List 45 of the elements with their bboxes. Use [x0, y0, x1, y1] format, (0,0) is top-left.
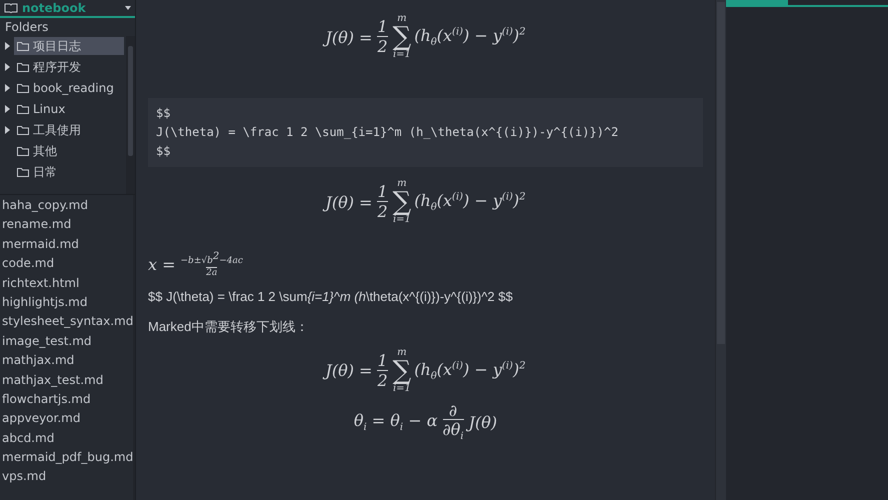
expand-arrow-icon[interactable] [5, 84, 10, 92]
summation-sign: ∑ [392, 189, 412, 215]
folder-icon [17, 104, 29, 114]
expand-arrow-icon[interactable] [5, 126, 10, 134]
folder-item[interactable]: 其他 [14, 142, 124, 160]
file-item[interactable]: highlightjs.md [0, 292, 134, 312]
file-item[interactable]: image_test.md [0, 332, 134, 352]
paragraph: Marked中需要转移下划线： [148, 318, 310, 336]
folder-icon [17, 126, 29, 134]
expand-arrow-icon[interactable] [5, 63, 10, 71]
file-item[interactable]: appveyor.md [0, 409, 134, 429]
file-item[interactable]: mathjax_test.md [0, 370, 134, 390]
folder-item[interactable]: 项目日志 [14, 37, 124, 55]
folder-item[interactable]: 工具使用 [14, 121, 124, 139]
file-item[interactable]: mermaid.md [0, 234, 134, 254]
folder-icon [17, 146, 29, 156]
file-item[interactable]: vps.md [0, 467, 134, 487]
summation-sign: ∑ [392, 24, 412, 50]
dropdown-caret-icon[interactable] [125, 6, 131, 10]
scrollbar[interactable] [715, 0, 726, 500]
file-item[interactable]: mermaid_pdf_bug.md [0, 448, 134, 468]
folder-item[interactable]: 程序开发 [14, 58, 124, 76]
code-block: $$ J(\theta) = \frac 1 2 \sum_{i=1}^m (h_\theta(x^{(i)})-y^{(i)})^2 $$ [148, 98, 703, 167]
folder-item[interactable]: book_reading [14, 79, 124, 97]
paragraph: $$ J(\theta) = \frac 1 2 \sum{i=1}^m (h\theta(x^{(i)})-y^{(i)})^2 $$ [148, 288, 514, 304]
file-item[interactable]: abcd.md [0, 428, 134, 448]
file-item[interactable]: richtext.html [0, 274, 134, 293]
folder-icon [17, 84, 29, 92]
folders-label: Folders [4, 19, 50, 36]
file-item[interactable]: flowchartjs.md [0, 390, 134, 410]
folder-icon [17, 62, 29, 72]
folder-icon [17, 168, 29, 176]
summation-sign: ∑ [392, 358, 412, 384]
file-item[interactable]: rename.md [0, 215, 134, 235]
file-item[interactable]: stylesheet_syntax.md [0, 312, 134, 332]
expand-arrow-icon[interactable] [5, 105, 10, 113]
file-item[interactable]: code.md [0, 254, 134, 274]
file-item[interactable]: haha_copy.md [0, 196, 134, 216]
file-item[interactable]: mathjax.md [0, 351, 134, 371]
folder-icon [17, 42, 29, 50]
book-icon [4, 3, 18, 13]
notebook-name[interactable]: notebook [22, 1, 86, 15]
folder-item[interactable]: Linux [14, 100, 124, 118]
scrollbar[interactable] [126, 36, 135, 194]
folder-item[interactable]: 日常 [14, 163, 124, 181]
